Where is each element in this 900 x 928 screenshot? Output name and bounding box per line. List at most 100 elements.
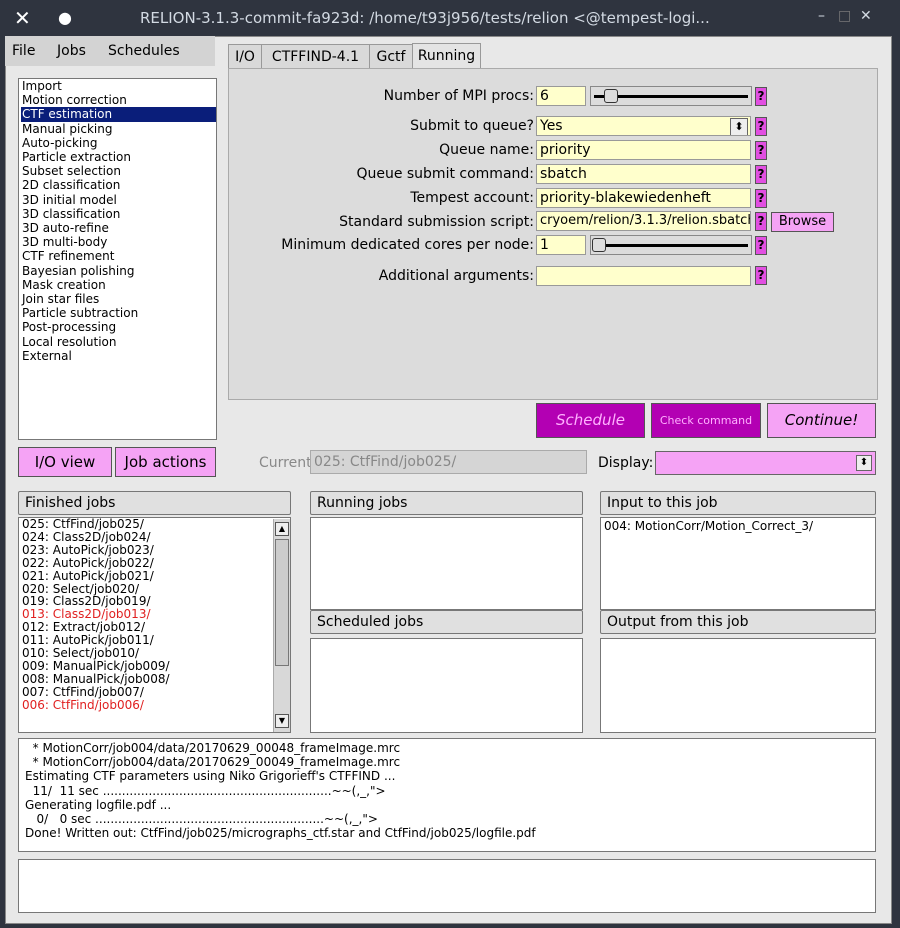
- help-button[interactable]: ?: [755, 165, 767, 184]
- help-button[interactable]: ?: [755, 141, 767, 160]
- close-icon[interactable]: ✕: [860, 8, 872, 24]
- input-job-item[interactable]: 004: MotionCorr/Motion_Correct_3/: [604, 520, 875, 533]
- dropdown-arrow-icon[interactable]: ⬍: [730, 118, 748, 135]
- output-jobs-header: Output from this job: [600, 610, 876, 634]
- mpi-slider[interactable]: [590, 86, 752, 106]
- tab-gctf[interactable]: Gctf: [369, 44, 413, 69]
- maximize-icon[interactable]: □: [838, 8, 851, 24]
- additional-args-label: Additional arguments:: [378, 268, 534, 284]
- running-jobs-header: Running jobs: [310, 491, 583, 515]
- script-input[interactable]: cryoem/relion/3.1.3/relion.sbatch: [536, 211, 751, 231]
- dropdown-arrow-icon[interactable]: ⬍: [856, 455, 872, 471]
- input-jobs-list[interactable]: 004: MotionCorr/Motion_Correct_3/: [600, 517, 876, 610]
- io-view-button[interactable]: I/O view: [18, 447, 112, 477]
- sticky-icon[interactable]: ●: [58, 8, 72, 27]
- log-line: Estimating CTF parameters using Niko Gri…: [25, 769, 396, 784]
- finished-job-item[interactable]: 008: ManualPick/job008/: [22, 672, 290, 686]
- scroll-down-icon[interactable]: ▼: [275, 714, 289, 728]
- job-type-item[interactable]: Bayesian polishing: [22, 264, 216, 278]
- job-type-item[interactable]: External: [22, 349, 216, 363]
- scheduled-jobs-list[interactable]: [310, 638, 583, 733]
- continue-button[interactable]: Continue!: [767, 403, 876, 438]
- queue-name-label: Queue name:: [439, 142, 534, 158]
- scrollbar[interactable]: ▲ ▼: [273, 519, 290, 732]
- mpi-input[interactable]: 6: [536, 86, 586, 106]
- check-command-button[interactable]: Check command: [651, 403, 761, 438]
- current-job-field: 025: CtfFind/job025/: [310, 450, 587, 474]
- job-type-item[interactable]: 3D auto-refine: [22, 221, 216, 235]
- job-type-item[interactable]: 3D multi-body: [22, 235, 216, 249]
- finished-job-item[interactable]: 023: AutoPick/job023/: [22, 543, 290, 557]
- log-line: * MotionCorr/job004/data/20170629_00048_…: [25, 741, 401, 755]
- additional-args-input[interactable]: [536, 266, 751, 286]
- scroll-up-icon[interactable]: ▲: [275, 522, 289, 536]
- help-button[interactable]: ?: [755, 266, 767, 285]
- job-type-item[interactable]: Subset selection: [22, 164, 216, 178]
- job-type-item[interactable]: 3D initial model: [22, 193, 216, 207]
- help-button[interactable]: ?: [755, 236, 767, 255]
- tab-io[interactable]: I/O: [228, 44, 262, 69]
- error-output[interactable]: [18, 859, 876, 913]
- tab-running[interactable]: Running: [412, 43, 481, 70]
- cores-input[interactable]: 1: [536, 235, 586, 255]
- job-type-item[interactable]: CTF estimation: [21, 107, 216, 122]
- finished-job-item[interactable]: 006: CtfFind/job006/: [22, 698, 290, 712]
- window-title: RELION-3.1.3-commit-fa923d: /home/t93j95…: [140, 9, 710, 27]
- job-type-item[interactable]: Join star files: [22, 292, 216, 306]
- menu-schedules[interactable]: Schedules: [108, 43, 180, 59]
- finished-job-item[interactable]: 022: AutoPick/job022/: [22, 556, 290, 570]
- app-close-icon[interactable]: ✕: [14, 6, 31, 30]
- job-type-item[interactable]: Auto-picking: [22, 136, 216, 150]
- minimize-icon[interactable]: –: [818, 8, 825, 24]
- help-button[interactable]: ?: [755, 189, 767, 208]
- help-button[interactable]: ?: [755, 87, 767, 106]
- tab-ctffind[interactable]: CTFFIND-4.1: [261, 44, 370, 69]
- job-type-item[interactable]: Particle subtraction: [22, 306, 216, 320]
- finished-job-item[interactable]: 007: CtfFind/job007/: [22, 685, 290, 699]
- job-type-item[interactable]: Manual picking: [22, 122, 216, 136]
- finished-job-item[interactable]: 009: ManualPick/job009/: [22, 660, 290, 673]
- finished-job-item[interactable]: 025: CtfFind/job025/: [22, 518, 290, 531]
- job-type-item[interactable]: 2D classification: [22, 178, 216, 192]
- job-type-item[interactable]: CTF refinement: [22, 249, 216, 263]
- finished-job-item[interactable]: 024: Class2D/job024/: [22, 531, 290, 544]
- finished-jobs-list[interactable]: 025: CtfFind/job025/024: Class2D/job024/…: [18, 517, 291, 733]
- cores-slider[interactable]: [590, 235, 752, 255]
- job-type-list[interactable]: Import Motion correction CTF estimation Man…: [18, 78, 217, 440]
- menu-file[interactable]: File: [12, 43, 35, 59]
- title-bar: ✕ ● RELION-3.1.3-commit-fa923d: /home/t9…: [0, 0, 900, 36]
- job-actions-button[interactable]: Job actions: [115, 447, 216, 477]
- finished-job-item[interactable]: 021: AutoPick/job021/: [22, 569, 290, 583]
- slider-knob[interactable]: [592, 238, 606, 252]
- finished-jobs-header: Finished jobs: [18, 491, 291, 515]
- job-type-item[interactable]: Particle extraction: [22, 150, 216, 164]
- queue-submit-input[interactable]: sbatch: [536, 164, 751, 184]
- job-type-item[interactable]: 3D classification: [22, 207, 216, 221]
- schedule-button[interactable]: Schedule: [536, 403, 645, 438]
- running-jobs-list[interactable]: [310, 517, 583, 610]
- input-jobs-header: Input to this job: [600, 491, 876, 515]
- job-type-item[interactable]: Motion correction: [22, 93, 216, 107]
- job-type-item[interactable]: Mask creation: [22, 278, 216, 292]
- browse-button[interactable]: Browse: [771, 212, 834, 232]
- help-button[interactable]: ?: [755, 117, 767, 136]
- job-type-item[interactable]: Post-processing: [22, 320, 216, 334]
- output-jobs-list[interactable]: [600, 638, 876, 733]
- job-type-item[interactable]: Local resolution: [22, 335, 216, 349]
- script-label: Standard submission script:: [339, 214, 534, 230]
- queue-select[interactable]: Yes ⬍: [536, 116, 751, 136]
- slider-knob[interactable]: [604, 89, 618, 103]
- display-label: Display:: [598, 455, 654, 471]
- job-type-item[interactable]: Import: [22, 79, 216, 93]
- display-select[interactable]: ⬍: [655, 451, 876, 475]
- queue-value: Yes: [540, 118, 563, 134]
- menu-jobs[interactable]: Jobs: [57, 43, 86, 59]
- log-line: * MotionCorr/job004/data/20170629_00049_…: [25, 755, 401, 770]
- log-line: Done! Written out: CtfFind/job025/microg…: [25, 826, 536, 841]
- queue-name-input[interactable]: priority: [536, 140, 751, 160]
- account-input[interactable]: priority-blakewiedenheft: [536, 188, 751, 208]
- log-output[interactable]: * MotionCorr/job004/data/20170629_00048_…: [18, 738, 876, 852]
- log-line: Generating logfile.pdf ...: [25, 797, 172, 812]
- help-button[interactable]: ?: [755, 212, 767, 231]
- scroll-thumb[interactable]: [275, 539, 289, 666]
